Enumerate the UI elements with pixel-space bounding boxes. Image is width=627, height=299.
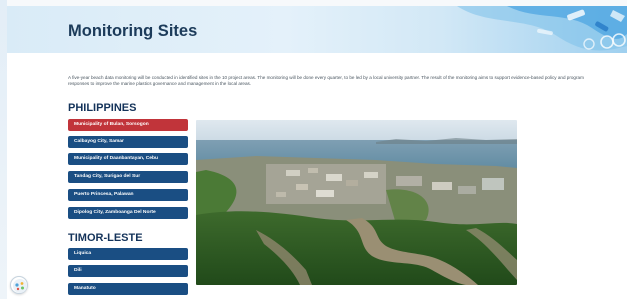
site-button-puerto-princesa[interactable]: Puerto Princesa, Palawan: [68, 189, 188, 201]
site-button-daanbantayan[interactable]: Municipality of Daanbantayan, Cebu: [68, 153, 188, 165]
site-aerial-photo: [196, 120, 517, 285]
left-edge: [0, 0, 7, 299]
chat-widget-icon: [13, 279, 27, 293]
site-button-bulan[interactable]: Municipality of Bulan, Sorsogon: [68, 119, 188, 131]
site-button-dili[interactable]: Dili: [68, 265, 188, 277]
chat-widget-button[interactable]: [10, 276, 28, 294]
site-button-dipolog[interactable]: Dipolog City, Zamboanga Del Norte: [68, 207, 188, 219]
site-button-liquica[interactable]: Liquica: [68, 248, 188, 260]
section-heading-timor-leste: TIMOR-LESTE: [68, 232, 143, 244]
banner-decoration: [457, 6, 627, 51]
site-button-manatuto[interactable]: Manatuto: [68, 283, 188, 295]
section-heading-philippines: PHILIPPINES: [68, 102, 137, 114]
aerial-photo-image: [196, 120, 517, 285]
site-button-calbayog[interactable]: Calbayog City, Samar: [68, 136, 188, 148]
intro-paragraph: A five-year beach data monitoring will b…: [68, 75, 584, 87]
page-title: Monitoring Sites: [68, 22, 198, 40]
site-button-tandag[interactable]: Tandag City, Surigao del Sur: [68, 171, 188, 183]
